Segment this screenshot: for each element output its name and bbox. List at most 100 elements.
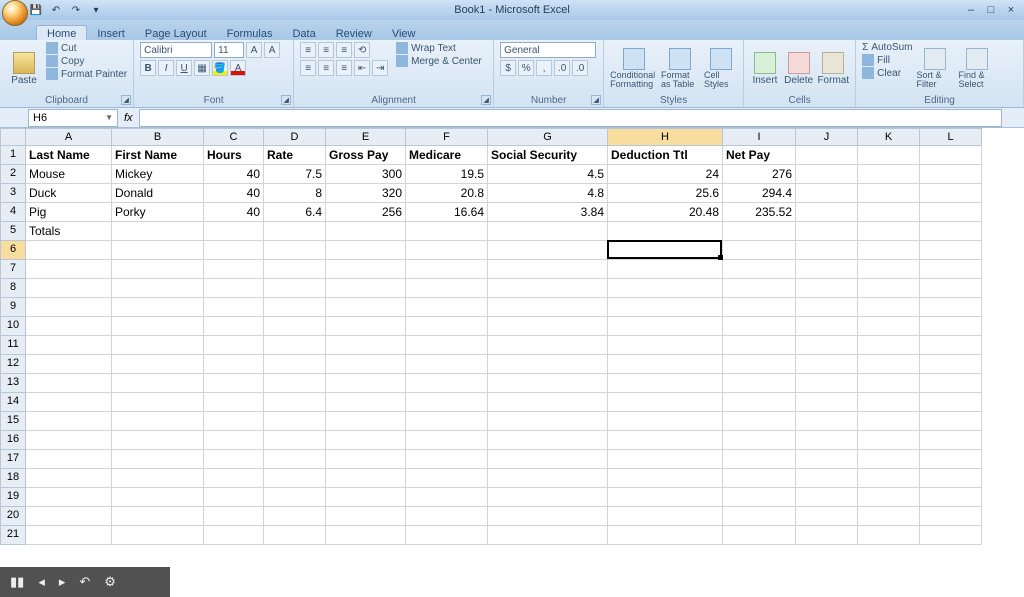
cell[interactable] (326, 222, 406, 241)
cell[interactable] (26, 393, 112, 412)
cells-area[interactable]: Last NameFirst NameHoursRateGross PayMed… (26, 146, 982, 545)
cell[interactable] (204, 431, 264, 450)
increase-decimal-button[interactable]: .0 (554, 60, 570, 76)
cell-styles-button[interactable]: Cell Styles (704, 42, 737, 95)
cell[interactable]: 4.5 (488, 165, 608, 184)
cell[interactable] (406, 279, 488, 298)
find-select-button[interactable]: Find & Select (958, 42, 996, 95)
cell[interactable] (723, 488, 796, 507)
cell[interactable] (723, 298, 796, 317)
cell[interactable] (796, 450, 858, 469)
cell[interactable] (112, 507, 204, 526)
cell[interactable] (796, 431, 858, 450)
bold-button[interactable]: B (140, 60, 156, 76)
cell[interactable] (26, 431, 112, 450)
cell[interactable] (858, 431, 920, 450)
cell[interactable] (326, 241, 406, 260)
cell[interactable] (608, 526, 723, 545)
cell[interactable] (488, 222, 608, 241)
cell[interactable] (796, 279, 858, 298)
percent-button[interactable]: % (518, 60, 534, 76)
cell[interactable] (264, 412, 326, 431)
cell[interactable] (26, 279, 112, 298)
cell[interactable] (858, 203, 920, 222)
cell[interactable] (608, 488, 723, 507)
row-header-21[interactable]: 21 (0, 526, 26, 545)
cell[interactable]: 25.6 (608, 184, 723, 203)
cell[interactable] (796, 336, 858, 355)
cell[interactable]: 235.52 (723, 203, 796, 222)
cell[interactable] (326, 393, 406, 412)
col-header-D[interactable]: D (264, 128, 326, 146)
orientation-button[interactable]: ⟲ (354, 42, 370, 58)
align-center-button[interactable]: ≡ (318, 60, 334, 76)
cell[interactable] (608, 298, 723, 317)
cell[interactable] (406, 355, 488, 374)
paste-button[interactable]: Paste (6, 42, 42, 95)
cell[interactable] (723, 374, 796, 393)
cell[interactable] (264, 488, 326, 507)
cell[interactable] (112, 450, 204, 469)
row-header-9[interactable]: 9 (0, 298, 26, 317)
cell[interactable]: Hours (204, 146, 264, 165)
cell[interactable] (112, 279, 204, 298)
cell[interactable] (920, 260, 982, 279)
align-middle-button[interactable]: ≡ (318, 42, 334, 58)
cell[interactable] (204, 317, 264, 336)
cell[interactable] (406, 450, 488, 469)
cell[interactable] (608, 222, 723, 241)
cell[interactable] (326, 526, 406, 545)
spreadsheet-grid[interactable]: ABCDEFGHIJKL 123456789101112131415161718… (0, 128, 1024, 597)
fill-color-button[interactable]: 🪣 (212, 60, 228, 76)
cell[interactable] (204, 260, 264, 279)
cell[interactable] (264, 317, 326, 336)
cell[interactable] (608, 469, 723, 488)
currency-button[interactable]: $ (500, 60, 516, 76)
cell[interactable] (264, 260, 326, 279)
cell[interactable] (488, 507, 608, 526)
cell[interactable] (608, 336, 723, 355)
cell[interactable] (264, 355, 326, 374)
indent-dec-button[interactable]: ⇤ (354, 60, 370, 76)
cell[interactable] (112, 336, 204, 355)
cell[interactable]: 300 (326, 165, 406, 184)
format-button[interactable]: Format (817, 42, 849, 95)
cell[interactable] (858, 184, 920, 203)
cell[interactable] (796, 488, 858, 507)
cell[interactable] (326, 336, 406, 355)
cell[interactable] (26, 374, 112, 393)
merge-center-button[interactable]: Merge & Center (396, 55, 482, 67)
cell[interactable] (406, 526, 488, 545)
row-header-17[interactable]: 17 (0, 450, 26, 469)
cell[interactable] (920, 146, 982, 165)
cell[interactable] (723, 279, 796, 298)
number-format-combo[interactable]: General (500, 42, 596, 58)
col-header-J[interactable]: J (796, 128, 858, 146)
cell[interactable] (112, 526, 204, 545)
cell[interactable] (723, 450, 796, 469)
chevron-down-icon[interactable]: ▼ (105, 113, 113, 122)
cell[interactable]: Pig (26, 203, 112, 222)
row-header-5[interactable]: 5 (0, 222, 26, 241)
cell[interactable] (488, 298, 608, 317)
cell[interactable] (858, 298, 920, 317)
cell[interactable] (204, 393, 264, 412)
cell[interactable] (796, 317, 858, 336)
cell[interactable] (326, 431, 406, 450)
underline-button[interactable]: U (176, 60, 192, 76)
align-bottom-button[interactable]: ≡ (336, 42, 352, 58)
cell[interactable] (406, 507, 488, 526)
row-header-16[interactable]: 16 (0, 431, 26, 450)
cell[interactable] (406, 488, 488, 507)
cell[interactable] (26, 488, 112, 507)
col-header-C[interactable]: C (204, 128, 264, 146)
tab-page-layout[interactable]: Page Layout (135, 26, 217, 40)
cell[interactable] (406, 317, 488, 336)
font-launcher[interactable]: ◢ (281, 95, 291, 105)
cell[interactable] (26, 526, 112, 545)
cell[interactable] (112, 374, 204, 393)
col-header-E[interactable]: E (326, 128, 406, 146)
cell[interactable] (488, 336, 608, 355)
cell[interactable]: 320 (326, 184, 406, 203)
cell[interactable] (204, 507, 264, 526)
